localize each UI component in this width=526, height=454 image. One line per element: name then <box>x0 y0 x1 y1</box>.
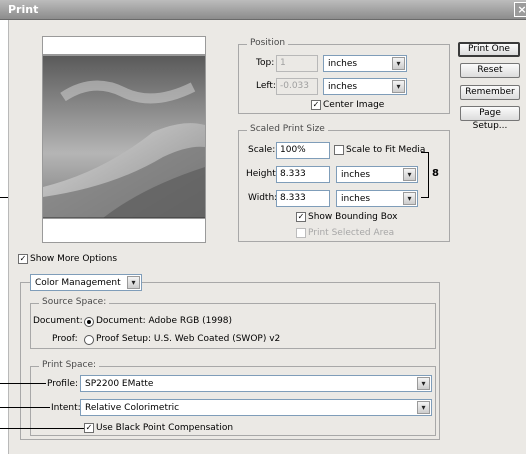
black-point-compensation-label: Use Black Point Compensation <box>96 423 234 433</box>
height-label: Height: <box>246 169 279 179</box>
left-unit-value: inches <box>328 82 358 92</box>
chevron-down-icon[interactable]: ▾ <box>403 192 416 205</box>
top-unit-select[interactable]: inches ▾ <box>323 55 407 72</box>
scale-input[interactable]: 100% <box>276 142 330 159</box>
page-setup-button[interactable]: Page Setup... <box>460 106 520 131</box>
top-unit-value: inches <box>328 59 358 69</box>
profile-label: Profile: <box>47 379 79 389</box>
title-bar: Print × <box>0 0 526 20</box>
center-image-label: Center Image <box>323 100 385 110</box>
left-unit-select[interactable]: inches ▾ <box>323 78 407 95</box>
scale-to-fit-label: Scale to Fit Media <box>346 145 426 155</box>
link-bracket-side <box>428 152 429 198</box>
width-label: Width: <box>248 193 278 203</box>
preview-image <box>43 54 205 219</box>
proof-label: Proof: <box>52 334 78 344</box>
top-label: Top: <box>256 58 275 68</box>
close-icon[interactable]: × <box>514 2 526 17</box>
left-input[interactable]: -0.033 <box>276 78 318 95</box>
link-bracket-bottom <box>421 197 429 198</box>
width-input[interactable]: 8.333 <box>276 190 330 207</box>
chevron-down-icon[interactable]: ▾ <box>392 80 405 93</box>
print-selected-area-label: Print Selected Area <box>308 228 395 238</box>
callout-line-bpc <box>0 428 84 429</box>
chevron-down-icon[interactable]: ▾ <box>127 276 140 289</box>
scale-to-fit-checkbox[interactable] <box>334 145 344 155</box>
height-unit-select[interactable]: inches ▾ <box>336 166 418 183</box>
scale-label: Scale: <box>248 145 276 155</box>
chevron-down-icon[interactable]: ▾ <box>403 168 416 181</box>
chevron-down-icon[interactable]: ▾ <box>417 401 430 414</box>
color-management-select[interactable]: Color Management ▾ <box>30 274 142 291</box>
profile-value: SP2200 EMatte <box>85 379 154 389</box>
show-bounding-box-checkbox[interactable]: ✓ <box>296 212 306 222</box>
intent-value: Relative Colorimetric <box>85 403 180 413</box>
width-unit-select[interactable]: inches ▾ <box>336 190 418 207</box>
position-legend: Position <box>247 38 289 48</box>
color-management-value: Color Management <box>35 278 121 288</box>
callout-line-intent <box>0 407 50 408</box>
document-option-label: Document: Adobe RGB (1998) <box>96 316 233 326</box>
chevron-down-icon[interactable]: ▾ <box>417 377 430 390</box>
proof-option-label: Proof Setup: U.S. Web Coated (SWOP) v2 <box>96 334 281 344</box>
print-one-button[interactable]: Print One <box>458 42 520 57</box>
print-space-legend: Print Space: <box>39 360 100 370</box>
chevron-down-icon[interactable]: ▾ <box>392 57 405 70</box>
link-icon[interactable]: 8 <box>432 168 439 179</box>
window-title: Print <box>8 3 39 16</box>
show-more-options-checkbox[interactable]: ✓ <box>18 254 28 264</box>
reset-button[interactable]: Reset <box>460 63 520 78</box>
callout-line-profile <box>0 383 46 384</box>
center-image-checkbox[interactable]: ✓ <box>311 100 321 110</box>
intent-label: Intent: <box>51 403 81 413</box>
left-label: Left: <box>256 81 276 91</box>
show-more-options-label: Show More Options <box>30 254 118 264</box>
scaled-legend: Scaled Print Size <box>247 124 328 134</box>
source-space-legend: Source Space: <box>39 297 110 307</box>
document-radio[interactable] <box>84 317 94 327</box>
height-input[interactable]: 8.333 <box>276 166 330 183</box>
top-input[interactable]: 1 <box>276 55 318 72</box>
black-point-compensation-checkbox[interactable]: ✓ <box>84 423 94 433</box>
profile-select[interactable]: SP2200 EMatte ▾ <box>80 375 432 392</box>
width-unit-value: inches <box>341 194 371 204</box>
print-preview <box>42 36 206 243</box>
show-bounding-box-label: Show Bounding Box <box>308 212 398 222</box>
remember-button[interactable]: Remember <box>460 85 520 100</box>
print-selected-area-checkbox[interactable] <box>296 228 306 238</box>
proof-setup-radio[interactable] <box>84 335 94 345</box>
height-unit-value: inches <box>341 170 371 180</box>
document-label: Document: <box>33 316 83 326</box>
intent-select[interactable]: Relative Colorimetric ▾ <box>80 399 432 416</box>
